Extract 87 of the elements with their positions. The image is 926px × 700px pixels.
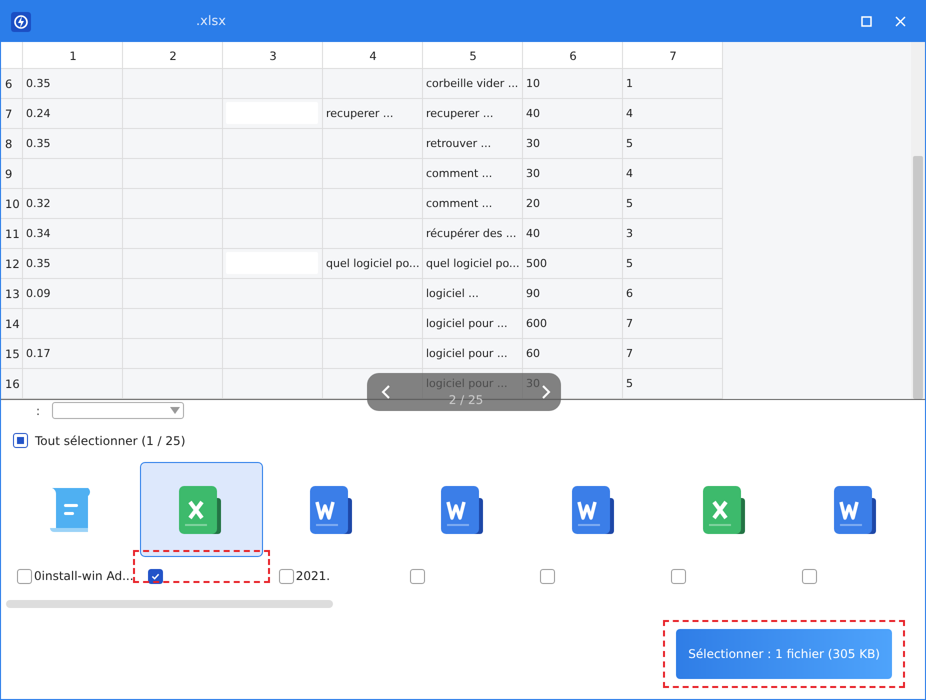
row-number: 15: [4, 346, 21, 363]
column-header: 6: [568, 48, 578, 64]
file-thumbnail[interactable]: [140, 462, 263, 557]
table-cell: logiciel ...: [426, 288, 479, 298]
row-number: 8: [4, 136, 14, 153]
table-cell: 1: [626, 78, 633, 88]
column-header: 5: [468, 48, 478, 64]
window-title: .xlsx: [196, 14, 227, 29]
file-checkbox[interactable]: [410, 568, 425, 584]
table-cell: 7: [626, 318, 633, 328]
table-cell: 10: [526, 78, 540, 88]
table-cell: comment ...: [426, 168, 492, 178]
scrollbar-thumb[interactable]: [913, 156, 923, 399]
row-number: 13: [4, 286, 21, 303]
table-cell: quel logiciel po...: [426, 258, 520, 268]
page-counter: 2 / 25: [448, 394, 484, 406]
table-cell: 40: [526, 228, 540, 238]
table-cell: 5: [626, 198, 633, 208]
table-cell: 5: [626, 138, 633, 148]
column-header: 1: [68, 48, 78, 64]
table-cell: 60: [526, 348, 540, 358]
file-checkbox[interactable]: [148, 568, 163, 584]
close-icon: [894, 16, 906, 27]
previous-button[interactable]: [381, 385, 391, 399]
table-cell: retrouver ...: [426, 138, 492, 148]
column-header: 2: [168, 48, 178, 64]
file-checkbox[interactable]: [540, 568, 556, 584]
table-cell: recuperer ...: [326, 108, 394, 118]
row-number: 9: [4, 166, 14, 183]
table-cell: 0.32: [26, 198, 50, 208]
file-name: 2021.: [296, 569, 330, 583]
file-checkbox[interactable]: [278, 568, 294, 584]
table-cell: recuperer ...: [426, 108, 494, 118]
row-number: 6: [4, 76, 14, 93]
file-checkbox[interactable]: [671, 568, 686, 584]
row-number: 14: [4, 316, 21, 333]
check-icon: [150, 572, 160, 580]
sheet-separator: :: [36, 404, 40, 418]
chevron-left-icon: [381, 385, 391, 399]
table-cell: 0.34: [26, 228, 50, 238]
table-cell: 6: [626, 288, 633, 298]
file-checkbox[interactable]: [802, 568, 818, 584]
sheet-dropdown[interactable]: [52, 402, 184, 419]
column-header: 3: [268, 48, 278, 64]
table-cell: logiciel pour ...: [426, 348, 508, 358]
table-cell: 0.35: [26, 138, 50, 148]
table-cell: 30: [526, 168, 540, 178]
table-cell: 0.35: [26, 258, 50, 268]
table-cell: 30: [526, 138, 540, 148]
table-cell: 500: [526, 258, 547, 268]
table-cell: 5: [626, 258, 633, 268]
table-cell: 40: [526, 108, 540, 118]
column-header: 7: [668, 48, 678, 64]
table-cell: quel logiciel po...: [326, 258, 420, 268]
table-cell: 0.35: [26, 78, 50, 88]
maximize-icon: [860, 16, 872, 27]
select-all-checkbox[interactable]: [13, 433, 28, 448]
column-header: 4: [368, 48, 378, 64]
row-number: 10: [4, 196, 21, 213]
table-cell: 4: [626, 108, 633, 118]
row-number: 16: [4, 376, 21, 393]
table-cell: 0.17: [26, 348, 50, 358]
table-cell: 7: [626, 348, 633, 358]
table-cell: comment ...: [426, 198, 492, 208]
row-number: 11: [4, 226, 21, 243]
table-cell: logiciel pour ...: [426, 318, 508, 328]
table-cell: corbeille vider ...: [426, 78, 518, 88]
file-checkbox[interactable]: [17, 568, 32, 584]
chevron-right-icon: [540, 385, 551, 399]
table-cell: 3: [626, 228, 633, 238]
dropdown-arrow-icon: [170, 407, 180, 414]
scrollbar[interactable]: [6, 600, 333, 608]
select-all-label: Tout sélectionner (1 / 25): [35, 434, 186, 448]
row-number: 12: [4, 256, 21, 273]
table-cell: 5: [626, 378, 633, 388]
table-cell: 0.09: [26, 288, 50, 298]
table-cell: 4: [626, 168, 633, 178]
table-cell: 0.24: [26, 108, 50, 118]
row-number: 7: [4, 106, 14, 123]
table-cell: 600: [526, 318, 547, 328]
app-logo-icon: [11, 12, 31, 32]
next-button[interactable]: [540, 385, 551, 399]
table-cell: 90: [526, 288, 540, 298]
table-cell: 20: [526, 198, 540, 208]
file-name: 0install-win Ad...: [34, 569, 134, 583]
table-cell: récupérer des ...: [426, 228, 516, 238]
select-button[interactable]: Sélectionner : 1 fichier (305 KB): [676, 628, 892, 678]
